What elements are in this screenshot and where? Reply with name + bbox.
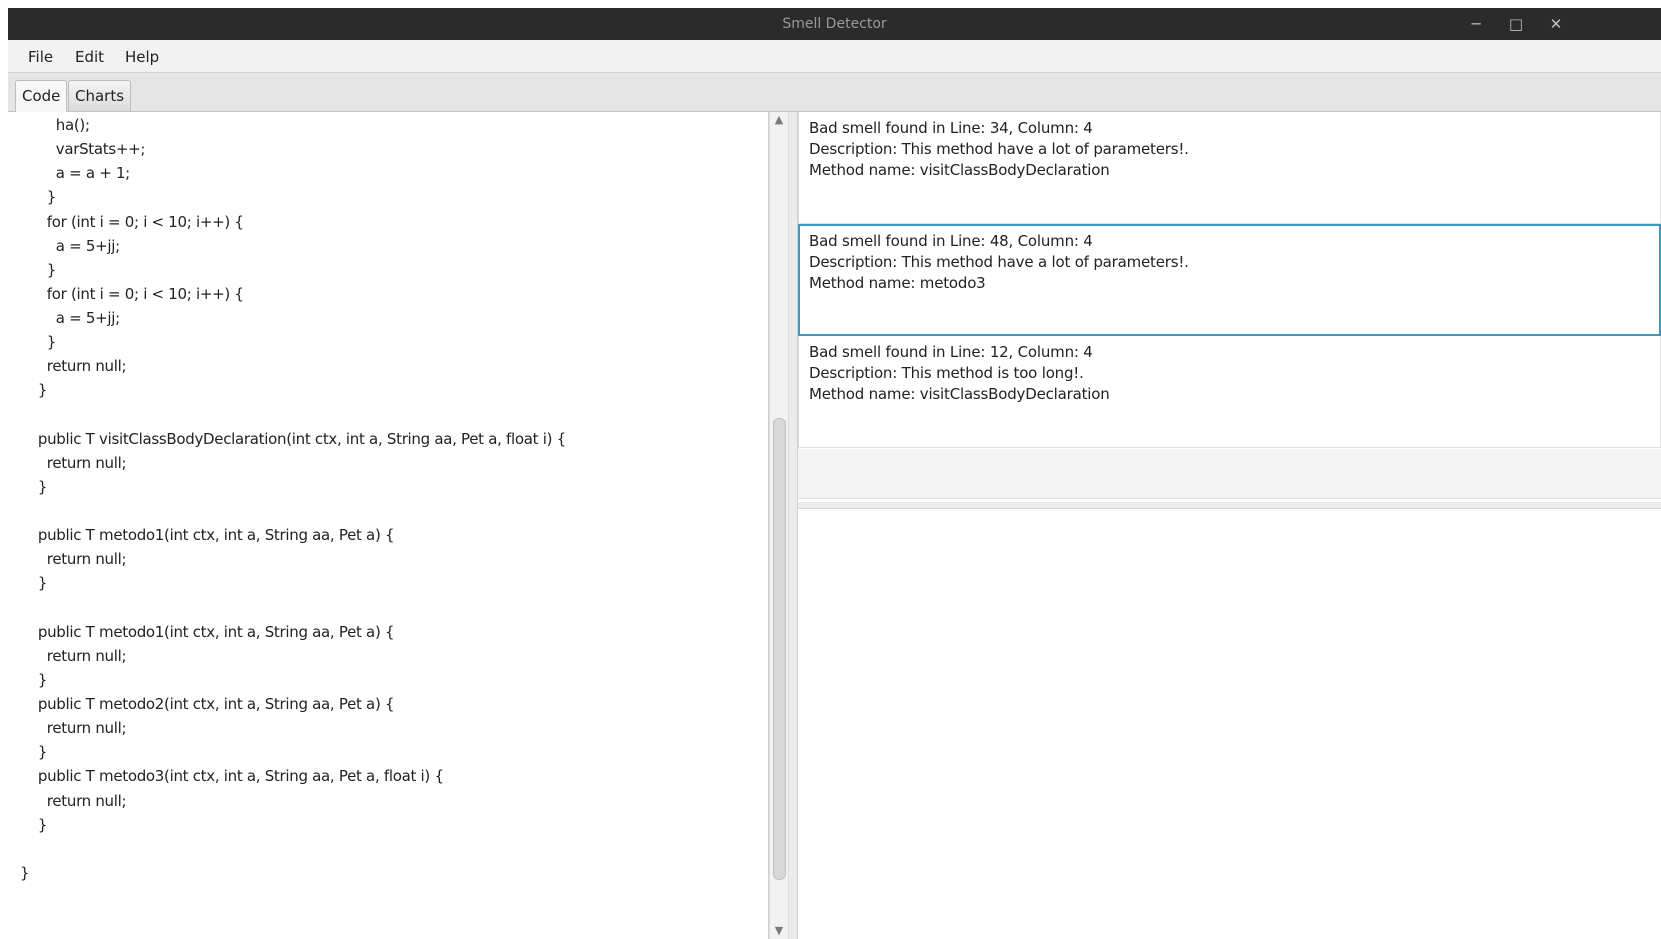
smell-list-item[interactable]: Bad smell found in Line: 34, Column: 4 D…: [798, 112, 1661, 224]
tab-bar: Code Charts: [8, 73, 1661, 112]
scroll-down-icon[interactable]: ▼: [770, 923, 788, 939]
title-bar[interactable]: Smell Detector ─ □ ✕: [8, 8, 1661, 40]
smell-location: Bad smell found in Line: 48, Column: 4: [809, 232, 1093, 250]
app-window: Smell Detector ─ □ ✕ File Edit Help Code…: [8, 8, 1661, 939]
smell-list-item-selected[interactable]: Bad smell found in Line: 48, Column: 4 D…: [798, 224, 1661, 336]
smell-method: Method name: visitClassBodyDeclaration: [809, 384, 1110, 403]
menu-help[interactable]: Help: [119, 40, 165, 74]
smell-description: Description: This method have a lot of p…: [809, 139, 1189, 158]
code-editor[interactable]: ha(); varStats++; a = a + 1; } for (int …: [8, 112, 769, 939]
menu-bar: File Edit Help: [8, 40, 1661, 73]
close-icon[interactable]: ✕: [1536, 8, 1576, 40]
maximize-icon[interactable]: □: [1496, 8, 1536, 40]
smell-method: Method name: metodo3: [809, 273, 986, 292]
code-text[interactable]: ha(); varStats++; a = a + 1; } for (int …: [20, 113, 566, 885]
tab-code[interactable]: Code: [15, 80, 68, 112]
window-title: Smell Detector: [782, 16, 887, 32]
results-separator[interactable]: [798, 502, 1661, 509]
smell-results-pane: Bad smell found in Line: 34, Column: 4 D…: [798, 112, 1661, 939]
scroll-up-icon[interactable]: ▲: [770, 112, 788, 128]
code-scrollbar[interactable]: ▲ ▼: [769, 112, 789, 939]
tab-charts[interactable]: Charts: [68, 80, 132, 111]
smell-method: Method name: visitClassBodyDeclaration: [809, 160, 1110, 179]
smell-list-empty-row: [798, 449, 1661, 499]
smell-location: Bad smell found in Line: 12, Column: 4: [809, 343, 1093, 361]
menu-edit[interactable]: Edit: [69, 40, 110, 74]
scroll-thumb[interactable]: [773, 418, 786, 880]
minimize-icon[interactable]: ─: [1456, 8, 1496, 40]
smell-description: Description: This method have a lot of p…: [809, 252, 1189, 271]
smell-location: Bad smell found in Line: 34, Column: 4: [809, 119, 1093, 137]
smell-list: Bad smell found in Line: 34, Column: 4 D…: [798, 112, 1661, 448]
split-divider[interactable]: [789, 112, 798, 939]
smell-description: Description: This method is too long!.: [809, 363, 1084, 382]
menu-file[interactable]: File: [22, 40, 59, 74]
smell-list-item[interactable]: Bad smell found in Line: 12, Column: 4 D…: [798, 336, 1661, 448]
